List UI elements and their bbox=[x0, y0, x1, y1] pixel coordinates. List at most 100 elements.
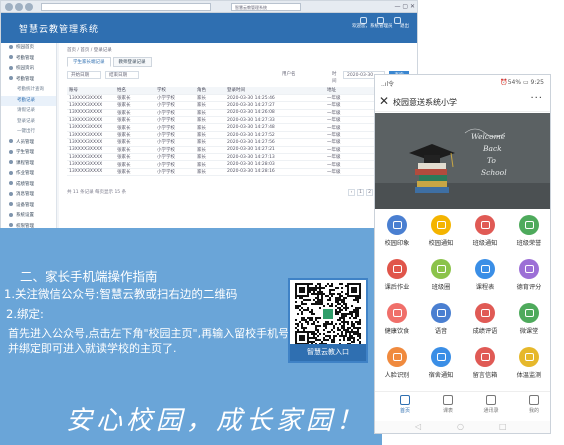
table-row[interactable]: 13XXXX3XXXX 张家长 小学学校 家长 2020-03-30 14:27:52 一… bbox=[67, 131, 409, 140]
sidebar-item[interactable]: 考勤统计查询 bbox=[1, 85, 56, 96]
tab-mine[interactable]: 我的 bbox=[512, 395, 550, 414]
close-icon[interactable]: ✕ bbox=[379, 94, 389, 108]
qr-module bbox=[339, 295, 341, 297]
tab-teacher-login[interactable]: 教师登录记录 bbox=[112, 57, 152, 67]
qr-module bbox=[337, 313, 339, 315]
qr-module bbox=[319, 339, 321, 341]
table-row[interactable]: 13XXXX3XXXX 张家长 小学学校 家长 2020-03-30 14:28:03 一… bbox=[67, 160, 409, 169]
start-date-field[interactable]: 开始日期 bbox=[67, 71, 101, 79]
column-header[interactable]: 账号 bbox=[67, 87, 115, 95]
table-row[interactable]: 13XXXX3XXXX 张家长 小学学校 家长 2020-03-30 14:28:16 一… bbox=[67, 168, 409, 177]
sidebar-item[interactable]: 考勤记录 bbox=[1, 95, 56, 106]
table-row[interactable]: 13XXXX3XXXX 张家长 小学学校 家长 2020-03-30 14:25:46 一… bbox=[67, 94, 409, 103]
sidebar-item[interactable]: 系统设置 bbox=[1, 211, 56, 222]
filter-bar: 开始日期 结束日期 用户名 时间 2020-03-30 查询 bbox=[67, 71, 409, 84]
feature-tile[interactable]: 健康饮食 bbox=[375, 297, 419, 341]
table-row[interactable]: 13XXXX3XXXX 张家长 小学学校 家长 2020-03-30 14:27:21 一… bbox=[67, 146, 409, 155]
table-cell: 张家长 bbox=[115, 94, 155, 103]
refresh-icon[interactable] bbox=[25, 3, 33, 11]
window-controls[interactable]: — ▢ ✕ bbox=[394, 3, 415, 10]
table-row[interactable]: 13XXXX3XXXX 张家长 小学学校 家长 2020-03-30 14:26:08 一… bbox=[67, 109, 409, 118]
back-nav-icon[interactable]: ◁ bbox=[415, 422, 421, 431]
feature-tile[interactable]: 微课堂 bbox=[507, 297, 550, 341]
more-icon[interactable]: ··· bbox=[530, 93, 543, 104]
column-header[interactable]: 登录时间 bbox=[225, 87, 325, 95]
feature-label: 德育评分 bbox=[516, 284, 542, 291]
sidebar-item[interactable]: 设备管理 bbox=[1, 201, 56, 212]
sidebar-item[interactable]: 成绩管理 bbox=[1, 180, 56, 191]
sidebar-item[interactable]: 人员管理 bbox=[1, 138, 56, 149]
tab-contacts[interactable]: 通讯录 bbox=[469, 395, 513, 414]
column-header[interactable]: 角色 bbox=[195, 87, 225, 95]
logout-link[interactable]: 退出 bbox=[400, 24, 409, 29]
sidebar-item[interactable]: 课程管理 bbox=[1, 159, 56, 170]
browser-tab[interactable]: 智慧云教管理系统 bbox=[231, 3, 301, 11]
feature-grid: 校园印象 校园通知 班级通知 班级荣誉课后作业 班级圈 课程表 德育评分健康饮食 语音 成绩评语… bbox=[375, 209, 550, 385]
feature-tile[interactable]: 校园印象 bbox=[375, 209, 419, 253]
feature-tile[interactable]: 成绩评语 bbox=[463, 297, 507, 341]
page-button[interactable]: 2 bbox=[366, 189, 373, 196]
feature-tile[interactable]: 班级荣誉 bbox=[507, 209, 550, 253]
feature-tile[interactable]: 留言信箱 bbox=[463, 341, 507, 385]
sidebar-item[interactable]: 校园首页 bbox=[1, 43, 56, 54]
sidebar-item[interactable]: 作业管理 bbox=[1, 169, 56, 180]
feature-tile[interactable]: 体温监测 bbox=[507, 341, 550, 385]
feature-tile[interactable]: 课后作业 bbox=[375, 253, 419, 297]
feature-tile[interactable]: 班级圈 bbox=[419, 253, 463, 297]
table-row[interactable]: 13XXXX3XXXX 张家长 小学学校 家长 2020-03-30 14:27:27 一… bbox=[67, 101, 409, 110]
qr-module bbox=[329, 305, 331, 307]
sidebar-item[interactable]: 请假记录 bbox=[1, 106, 56, 117]
qr-module bbox=[325, 339, 327, 341]
sidebar-item[interactable]: 校园资讯 bbox=[1, 64, 56, 75]
qr-module bbox=[321, 299, 323, 301]
feature-tile[interactable]: 宿舍通知 bbox=[419, 341, 463, 385]
table-row[interactable]: 13XXXX3XXXX 张家长 小学学校 家长 2020-03-30 14:27:56 一… bbox=[67, 138, 409, 147]
sidebar-item[interactable]: 考勤管理 bbox=[1, 75, 56, 86]
qr-module bbox=[343, 323, 345, 325]
address-bar[interactable] bbox=[41, 3, 211, 11]
qr-module bbox=[347, 337, 349, 339]
tab-schedule[interactable]: 课表 bbox=[426, 395, 470, 414]
sidebar-item[interactable]: 一键出行 bbox=[1, 127, 56, 138]
sidebar-item[interactable]: 登录记录 bbox=[1, 117, 56, 128]
qr-module bbox=[343, 319, 345, 321]
sidebar-item[interactable]: 学生管理 bbox=[1, 148, 56, 159]
column-header[interactable]: 地址 bbox=[325, 87, 375, 95]
column-header[interactable]: 学校 bbox=[155, 87, 195, 95]
back-icon[interactable] bbox=[5, 3, 13, 11]
table-row[interactable]: 13XXXX3XXXX 张家长 小学学校 家长 2020-03-30 14:27:48 一… bbox=[67, 123, 409, 132]
qr-module bbox=[355, 331, 357, 333]
table-row[interactable]: 13XXXX3XXXX 张家长 小学学校 家长 2020-03-30 14:27:13 一… bbox=[67, 153, 409, 162]
qr-module bbox=[319, 285, 321, 287]
feature-tile[interactable]: 德育评分 bbox=[507, 253, 550, 297]
recents-nav-icon[interactable]: □ bbox=[499, 422, 507, 431]
feature-tile[interactable]: 班级通知 bbox=[463, 209, 507, 253]
sidebar-item[interactable]: 考勤管理 bbox=[1, 54, 56, 65]
qr-module bbox=[313, 333, 315, 335]
home-nav-icon[interactable]: ○ bbox=[457, 422, 464, 431]
tab-home[interactable]: 首页 bbox=[383, 395, 427, 414]
table-cell: 家长 bbox=[195, 168, 225, 177]
table-cell: 2020-03-30 14:27:33 bbox=[225, 116, 325, 125]
feature-tile[interactable]: 人脸识别 bbox=[375, 341, 419, 385]
forward-icon[interactable] bbox=[15, 3, 23, 11]
qr-module bbox=[343, 297, 345, 299]
qr-module bbox=[323, 329, 325, 331]
feature-tile[interactable]: 校园通知 bbox=[419, 209, 463, 253]
column-header[interactable]: 姓名 bbox=[115, 87, 155, 95]
tab-parent-login[interactable]: 学生家长端记录 bbox=[67, 57, 111, 67]
qr-module bbox=[325, 325, 327, 327]
feature-tile[interactable]: 课程表 bbox=[463, 253, 507, 297]
qr-module bbox=[345, 303, 347, 305]
page-button[interactable]: 1 bbox=[357, 189, 364, 196]
qr-module bbox=[323, 305, 325, 307]
table-cell: 家长 bbox=[195, 123, 225, 132]
page-button[interactable]: ‹ bbox=[348, 189, 355, 196]
qr-module bbox=[339, 329, 341, 331]
end-date-field[interactable]: 结束日期 bbox=[105, 71, 139, 79]
qr-module bbox=[321, 297, 323, 299]
qr-module bbox=[299, 321, 301, 323]
table-row[interactable]: 13XXXX3XXXX 张家长 小学学校 家长 2020-03-30 14:27:33 一… bbox=[67, 116, 409, 125]
sidebar-item[interactable]: 消息管理 bbox=[1, 190, 56, 201]
feature-tile[interactable]: 语音 bbox=[419, 297, 463, 341]
